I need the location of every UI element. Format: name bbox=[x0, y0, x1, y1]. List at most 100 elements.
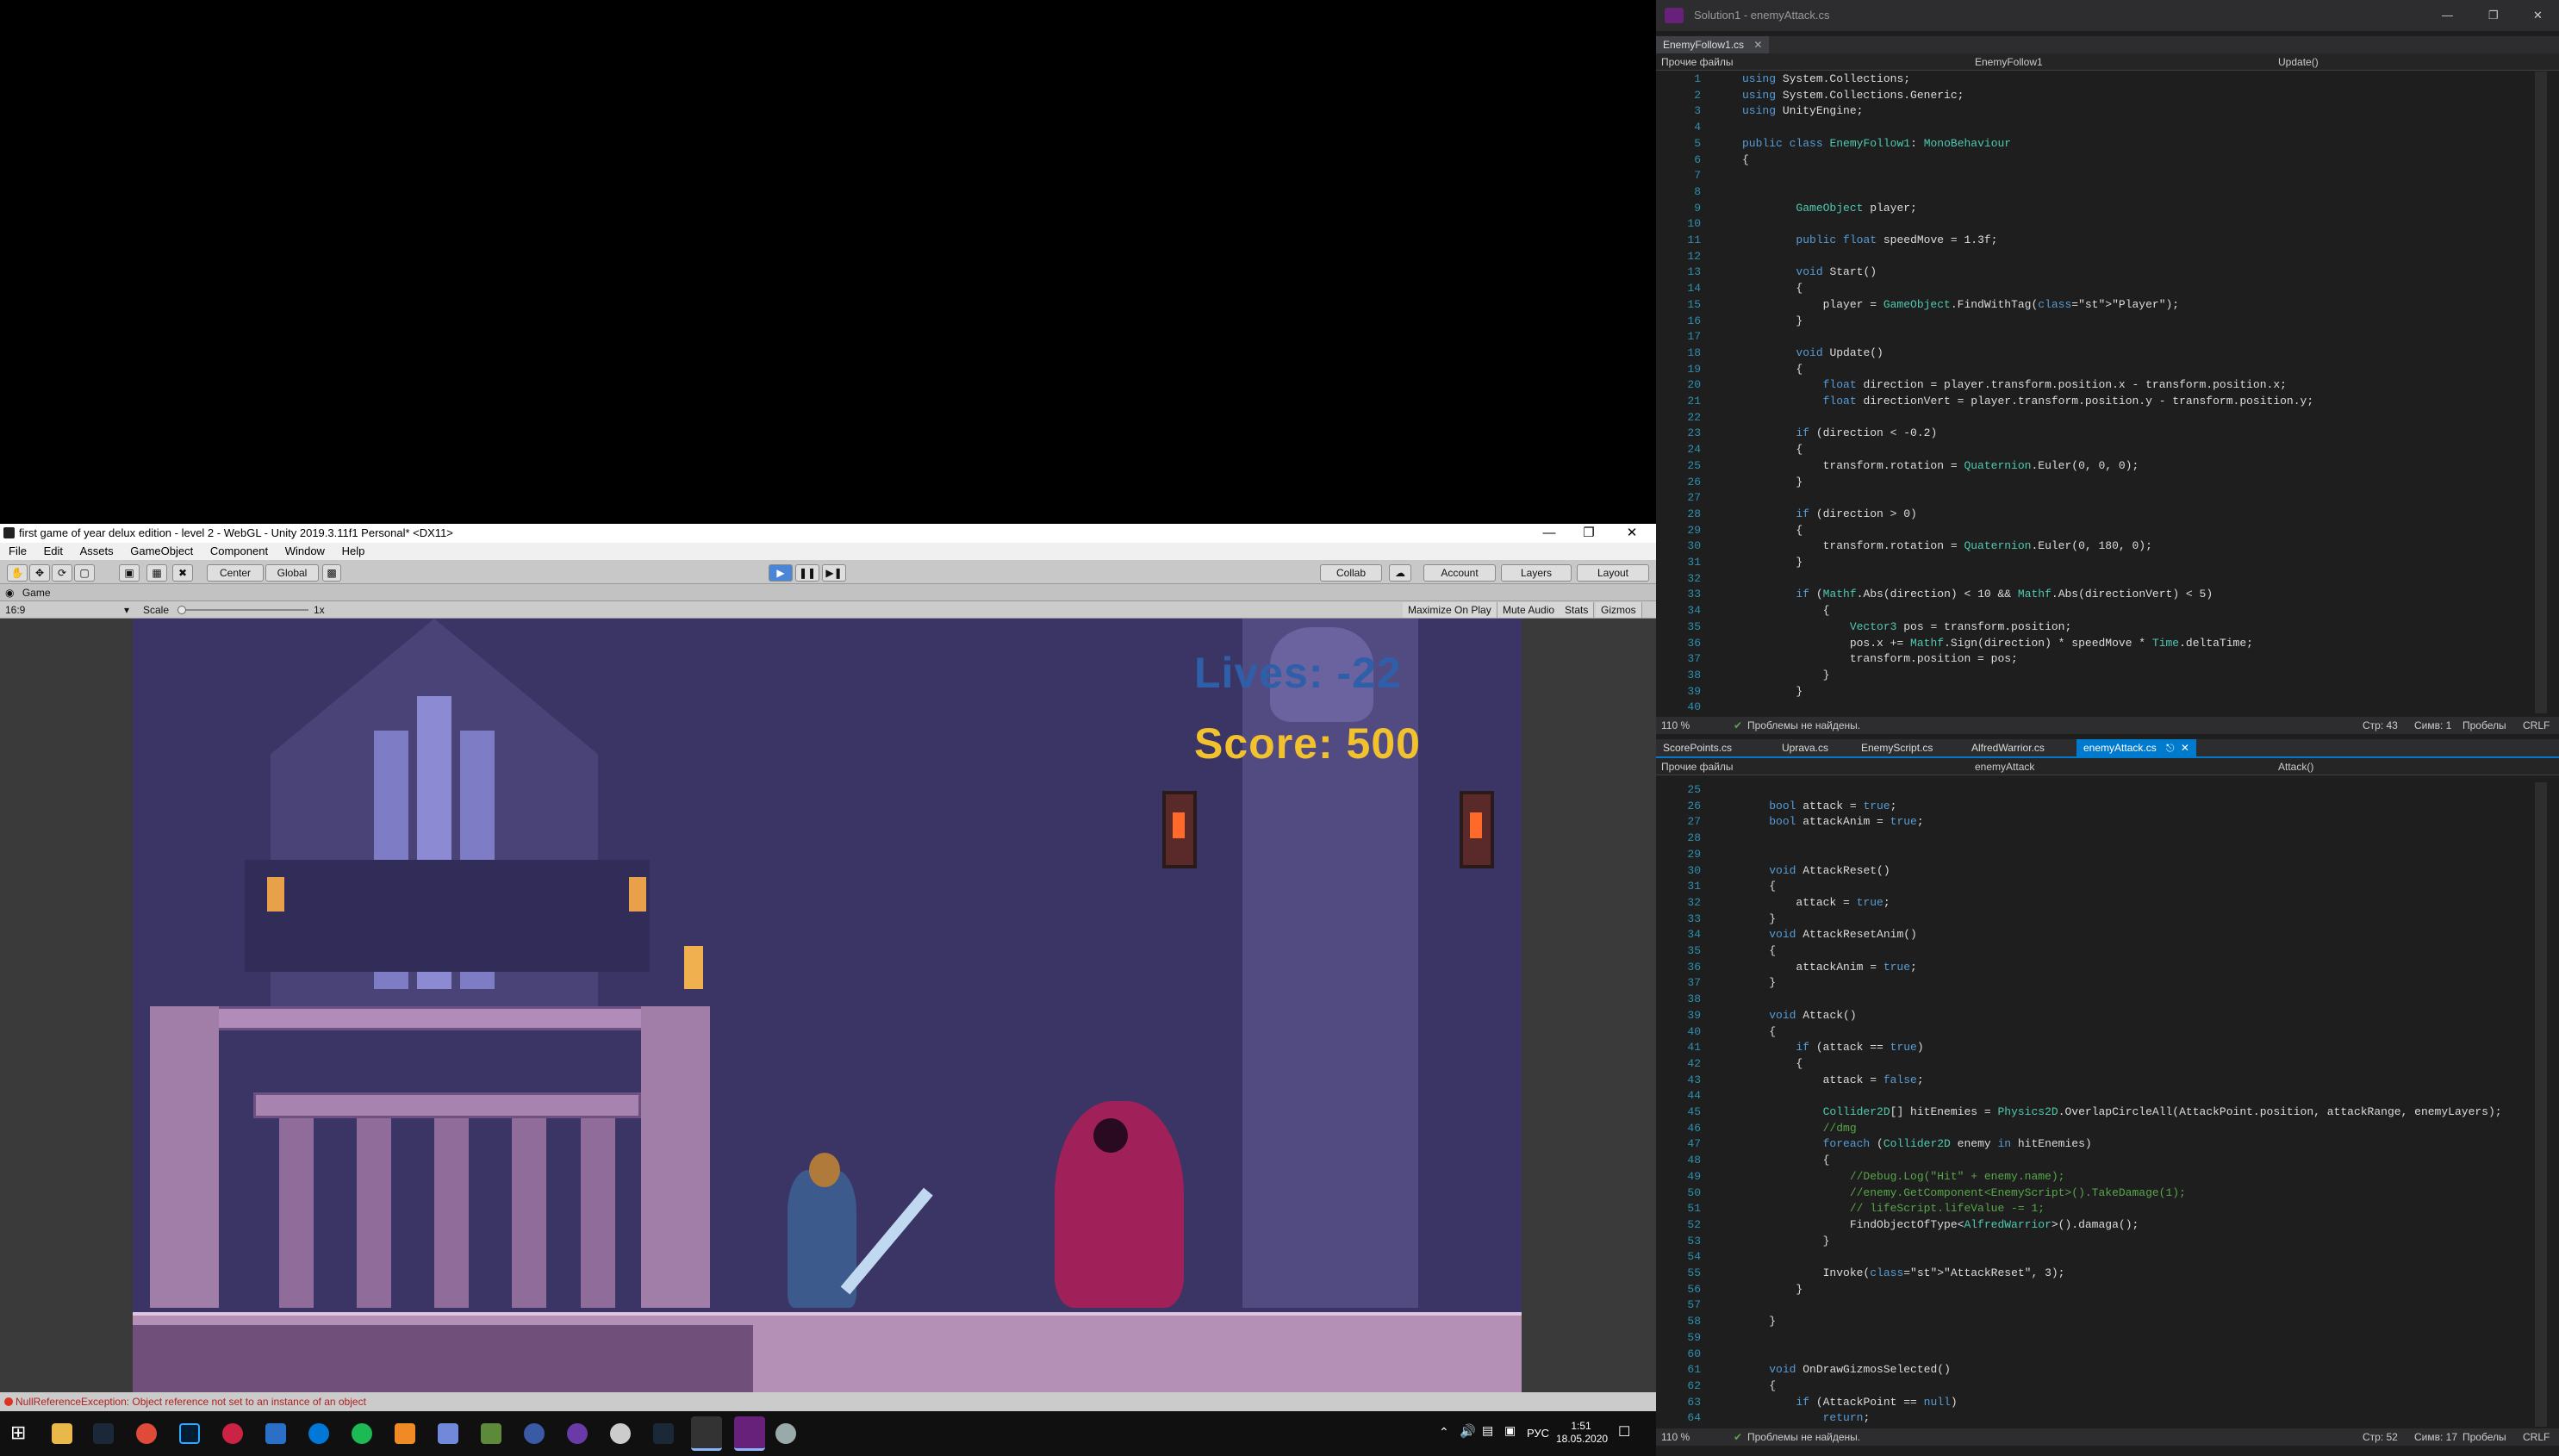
code-line[interactable]: 54 bbox=[1656, 1249, 2559, 1266]
zoom-level[interactable]: 110 % bbox=[1661, 1428, 1690, 1446]
code-text[interactable]: { bbox=[1742, 879, 1776, 895]
windows-start-icon[interactable]: ⊞ bbox=[10, 1423, 29, 1442]
code-line[interactable]: 8 bbox=[1656, 184, 2559, 201]
code-text[interactable]: FindObjectOfType<AlfredWarrior>().damaga… bbox=[1742, 1217, 2139, 1234]
mute-audio-button[interactable]: Mute Audio bbox=[1497, 602, 1561, 618]
code-text[interactable]: } bbox=[1742, 912, 1776, 928]
method-dropdown[interactable]: Update() bbox=[2278, 53, 2319, 71]
code-line[interactable]: 5 public class EnemyFollow1: MonoBehaviou… bbox=[1656, 136, 2559, 152]
whitespace-indicator[interactable]: Пробелы bbox=[2462, 1428, 2506, 1446]
discord-icon[interactable] bbox=[438, 1423, 458, 1444]
code-line[interactable]: 57 bbox=[1656, 1297, 2559, 1314]
class-dropdown[interactable]: EnemyFollow1 bbox=[1975, 53, 2043, 71]
app-icon[interactable] bbox=[610, 1423, 631, 1444]
code-text[interactable]: } bbox=[1742, 314, 1803, 330]
code-line[interactable]: 39 void Attack() bbox=[1656, 1008, 2559, 1024]
code-line[interactable]: 60 bbox=[1656, 1347, 2559, 1363]
code-line[interactable]: 28 bbox=[1656, 831, 2559, 847]
menu-edit[interactable]: Edit bbox=[44, 544, 63, 557]
code-text[interactable]: transform.position = pos; bbox=[1742, 651, 2018, 668]
code-line[interactable]: 30 transform.rotation = Quaternion.Euler… bbox=[1656, 538, 2559, 555]
top-editor-scrollbar[interactable] bbox=[2535, 72, 2547, 713]
code-text[interactable]: { bbox=[1742, 362, 1803, 378]
network-icon[interactable]: ▤ bbox=[1482, 1423, 1493, 1438]
code-text[interactable]: { bbox=[1742, 943, 1776, 960]
collab-button[interactable]: Collab bbox=[1320, 564, 1382, 582]
app-icon[interactable] bbox=[567, 1423, 588, 1444]
code-text[interactable]: //dmg bbox=[1742, 1121, 1857, 1137]
code-line[interactable]: 50 //enemy.GetComponent<EnemyScript>().T… bbox=[1656, 1185, 2559, 1202]
zoom-level[interactable]: 110 % bbox=[1661, 717, 1690, 734]
code-line[interactable]: 28 if (direction > 0) bbox=[1656, 507, 2559, 523]
code-line[interactable]: 62 { bbox=[1656, 1378, 2559, 1395]
code-line[interactable]: 6{ bbox=[1656, 152, 2559, 169]
code-line[interactable]: 32 attack = true; bbox=[1656, 895, 2559, 912]
game-render[interactable]: Lives: -22 Score: 500 bbox=[133, 619, 1522, 1392]
tray-chevron-icon[interactable]: ⌃ bbox=[1439, 1425, 1449, 1440]
transform-tool-icon[interactable]: ▦ bbox=[146, 564, 167, 582]
line-ending-indicator[interactable]: CRLF bbox=[2523, 717, 2550, 734]
code-line[interactable]: 40 bbox=[1656, 700, 2559, 713]
step-button[interactable]: ▶❚ bbox=[822, 564, 846, 582]
code-line[interactable]: 36 attackAnim = true; bbox=[1656, 960, 2559, 976]
code-line[interactable]: 27 bbox=[1656, 490, 2559, 507]
code-text[interactable]: public class EnemyFollow1: MonoBehaviour bbox=[1742, 136, 2011, 152]
steam-icon[interactable] bbox=[93, 1423, 114, 1444]
close-icon[interactable]: ✕ bbox=[2181, 742, 2189, 754]
code-line[interactable]: 61 void OnDrawGizmosSelected() bbox=[1656, 1362, 2559, 1378]
code-line[interactable]: 17 bbox=[1656, 329, 2559, 345]
code-text[interactable]: Vector3 pos = transform.position; bbox=[1742, 619, 2071, 636]
file-explorer-icon[interactable] bbox=[52, 1423, 72, 1444]
code-line[interactable]: 21 float directionVert = player.transfor… bbox=[1656, 394, 2559, 410]
menu-help[interactable]: Help bbox=[342, 544, 365, 557]
code-line[interactable]: 55 Invoke(class="st">"AttackReset", 3); bbox=[1656, 1266, 2559, 1282]
code-text[interactable]: void AttackReset() bbox=[1742, 863, 1890, 880]
code-line[interactable]: 27 bool attackAnim = true; bbox=[1656, 814, 2559, 831]
code-line[interactable]: 37 transform.position = pos; bbox=[1656, 651, 2559, 668]
stats-button[interactable]: Stats bbox=[1560, 602, 1595, 618]
code-text[interactable]: transform.rotation = Quaternion.Euler(0,… bbox=[1742, 538, 2152, 555]
code-text[interactable]: void AttackResetAnim() bbox=[1742, 927, 1917, 943]
line-ending-indicator[interactable]: CRLF bbox=[2523, 1428, 2550, 1446]
app-icon[interactable] bbox=[775, 1423, 796, 1444]
code-text[interactable]: } bbox=[1742, 1282, 1803, 1298]
move-tool-icon[interactable]: ✥ bbox=[29, 564, 50, 582]
top-code-editor[interactable]: 1 using System.Collections; 2 using System.… bbox=[1656, 72, 2559, 713]
code-text[interactable]: { bbox=[1742, 152, 1749, 169]
code-text[interactable]: transform.rotation = Quaternion.Euler(0,… bbox=[1742, 458, 2139, 475]
code-text[interactable]: attackAnim = true; bbox=[1742, 960, 1916, 976]
code-line[interactable]: 33 if (Mathf.Abs(direction) < 10 && Math… bbox=[1656, 587, 2559, 603]
code-text[interactable]: using System.Collections.Generic; bbox=[1742, 88, 1964, 104]
edge-icon[interactable] bbox=[308, 1423, 329, 1444]
code-line[interactable]: 47 foreach (Collider2D enemy in hitEnemi… bbox=[1656, 1136, 2559, 1153]
layers-dropdown[interactable]: Layers bbox=[1501, 564, 1572, 582]
code-text[interactable]: } bbox=[1742, 1314, 1776, 1330]
menu-component[interactable]: Component bbox=[210, 544, 268, 557]
code-line[interactable]: 64 return; bbox=[1656, 1410, 2559, 1427]
code-line[interactable]: 24 { bbox=[1656, 442, 2559, 458]
steam-icon[interactable] bbox=[653, 1423, 674, 1444]
code-text[interactable]: if (Mathf.Abs(direction) < 10 && Mathf.A… bbox=[1742, 587, 2213, 603]
code-line[interactable]: 41 if (attack == true) bbox=[1656, 1040, 2559, 1056]
code-text[interactable]: // lifeScript.lifeValue -= 1; bbox=[1742, 1201, 2045, 1217]
code-text[interactable]: if (AttackPoint == null) bbox=[1742, 1395, 1957, 1411]
code-line[interactable]: 59 bbox=[1656, 1330, 2559, 1347]
clock[interactable]: 1:51 18.05.2020 bbox=[1556, 1420, 1608, 1446]
code-line[interactable]: 46 //dmg bbox=[1656, 1121, 2559, 1137]
play-button[interactable]: ▶ bbox=[769, 564, 793, 582]
game-tab[interactable]: Game bbox=[22, 587, 51, 599]
cloud-icon[interactable]: ☁ bbox=[1389, 564, 1411, 582]
pivot-center-button[interactable]: Center bbox=[207, 564, 264, 582]
files-dropdown[interactable]: Прочие файлы bbox=[1661, 53, 1734, 71]
method-dropdown[interactable]: Attack() bbox=[2278, 758, 2313, 775]
code-text[interactable]: using System.Collections; bbox=[1742, 72, 1910, 88]
code-text[interactable]: pos.x += Mathf.Sign(direction) * speedMo… bbox=[1742, 636, 2253, 652]
code-line[interactable]: 10 bbox=[1656, 216, 2559, 233]
code-text[interactable]: { bbox=[1742, 523, 1803, 539]
code-line[interactable]: 37 } bbox=[1656, 975, 2559, 992]
volume-icon[interactable]: 🔊 bbox=[1460, 1423, 1476, 1439]
code-line[interactable]: 44 bbox=[1656, 1088, 2559, 1104]
code-text[interactable]: if (direction < -0.2) bbox=[1742, 426, 1937, 442]
code-text[interactable]: Collider2D[] hitEnemies = Physics2D.Over… bbox=[1742, 1104, 2502, 1121]
hand-tool-icon[interactable]: ✋ bbox=[7, 564, 28, 582]
